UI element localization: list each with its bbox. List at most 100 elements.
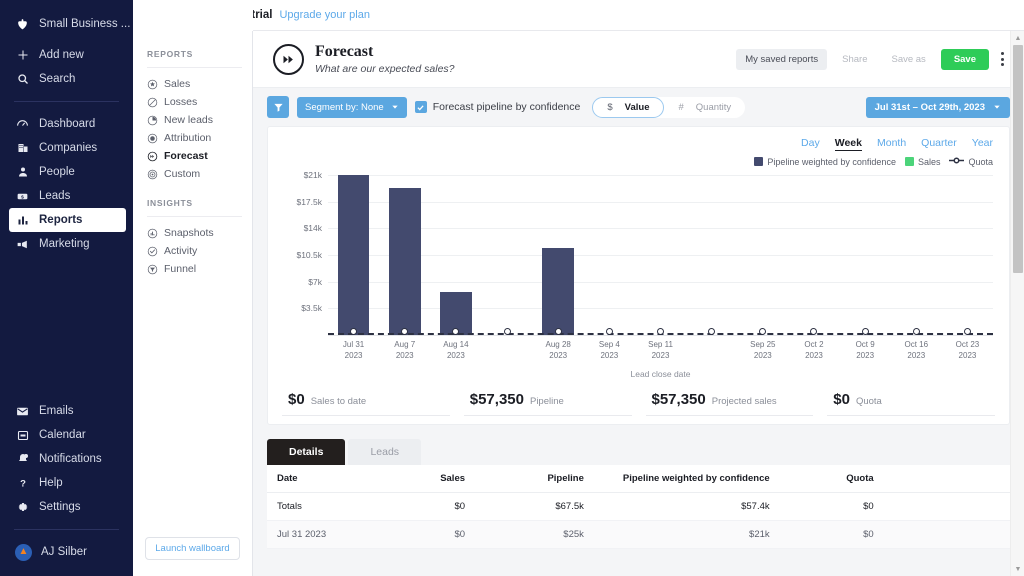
table-column-header[interactable]: Date xyxy=(267,465,378,493)
bar-slot xyxy=(635,175,686,335)
subnav-item-funnel[interactable]: Funnel xyxy=(133,260,252,278)
my-saved-reports-button[interactable]: My saved reports xyxy=(736,49,827,70)
table-column-header[interactable] xyxy=(884,465,1010,493)
user-profile[interactable]: ▲ AJ Silber xyxy=(9,540,126,564)
sidebar-item-reports[interactable]: Reports xyxy=(9,208,126,232)
sidebar-item-emails[interactable]: Emails xyxy=(9,399,126,423)
granularity-week[interactable]: Week xyxy=(835,137,862,151)
scroll-down-icon[interactable]: ▼ xyxy=(1011,562,1024,576)
scroll-up-icon[interactable]: ▲ xyxy=(1011,31,1024,45)
legend-label: Quota xyxy=(968,157,993,167)
bar-slot xyxy=(481,175,532,335)
table-column-header[interactable]: Sales xyxy=(378,465,475,493)
sales-icon xyxy=(147,79,158,90)
confidence-checkbox[interactable]: Forecast pipeline by confidence xyxy=(415,101,581,113)
granularity-day[interactable]: Day xyxy=(801,137,820,151)
granularity-quarter[interactable]: Quarter xyxy=(921,137,957,151)
chart-legend: Pipeline weighted by confidence Sales Qu… xyxy=(754,156,997,167)
share-button[interactable]: Share xyxy=(833,49,876,70)
table-cell xyxy=(884,493,1010,521)
y-tick-label: $21k xyxy=(304,170,322,180)
sidebar-item-people[interactable]: People xyxy=(9,160,126,184)
quota-point-slot xyxy=(481,328,532,338)
quota-point-slot xyxy=(430,328,481,338)
quota-point-marker xyxy=(759,328,766,335)
metric-label: Sales to date xyxy=(311,396,366,407)
subnav-item-snapshots[interactable]: Snapshots xyxy=(133,224,252,242)
sidebar-item-add-new[interactable]: Add new xyxy=(9,43,126,67)
sidebar-item-label: Emails xyxy=(39,405,74,417)
table-row[interactable]: Jul 31 2023$0$25k$21k$0 xyxy=(267,521,1010,549)
subnav-item-sales[interactable]: Sales xyxy=(133,75,252,93)
sidebar-item-search[interactable]: Search xyxy=(9,67,126,91)
launch-wallboard-button[interactable]: Launch wallboard xyxy=(145,537,239,560)
upgrade-plan-link[interactable]: Upgrade your plan xyxy=(279,9,370,21)
subnav-item-activity[interactable]: Activity xyxy=(133,242,252,260)
table-cell: $67.5k xyxy=(475,493,594,521)
primary-sidebar: Small Business ... Add new Search Dashbo… xyxy=(0,0,133,576)
scrollbar-thumb[interactable] xyxy=(1013,45,1023,273)
sidebar-item-marketing[interactable]: Marketing xyxy=(9,232,126,256)
x-tick-label: Sep 112023 xyxy=(635,340,686,362)
segment-by-dropdown[interactable]: Segment by: None xyxy=(297,97,407,118)
forecast-icon xyxy=(147,151,158,162)
sidebar-item-leads[interactable]: $ Leads xyxy=(9,184,126,208)
sidebar-item-settings[interactable]: Settings xyxy=(9,495,126,519)
x-tick-label: Oct 232023 xyxy=(942,340,993,362)
granularity-year[interactable]: Year xyxy=(972,137,993,151)
metric-label: Projected sales xyxy=(712,396,777,407)
filter-button[interactable] xyxy=(267,96,289,118)
subnav-item-new-leads[interactable]: New leads xyxy=(133,111,252,129)
subnav-item-custom[interactable]: Custom xyxy=(133,165,252,183)
y-tick-label: $17.5k xyxy=(296,197,322,207)
sidebar-item-label: Calendar xyxy=(39,429,86,441)
quantity-toggle-option[interactable]: # Quantity xyxy=(664,97,745,118)
bar-slot xyxy=(430,175,481,335)
legend-label: Pipeline weighted by confidence xyxy=(767,157,896,167)
more-options-icon[interactable] xyxy=(995,48,1010,70)
bar-slot xyxy=(942,175,993,335)
legend-item-sales: Sales xyxy=(905,157,941,167)
chart-bar[interactable] xyxy=(542,248,574,335)
workspace-switcher[interactable]: Small Business ... xyxy=(9,12,126,36)
save-as-button[interactable]: Save as xyxy=(882,49,934,70)
x-tick-label: Sep 42023 xyxy=(584,340,635,362)
bar-slot xyxy=(533,175,584,335)
tab-details[interactable]: Details xyxy=(267,439,345,465)
table-column-header[interactable]: Pipeline xyxy=(475,465,594,493)
value-toggle-option[interactable]: $ Value xyxy=(592,97,664,118)
table-header-row: DateSalesPipelinePipeline weighted by co… xyxy=(267,465,1010,493)
sidebar-item-help[interactable]: ? Help xyxy=(9,471,126,495)
save-button[interactable]: Save xyxy=(941,49,989,70)
sidebar-item-companies[interactable]: Companies xyxy=(9,136,126,160)
sidebar-item-calendar[interactable]: Calendar xyxy=(9,423,126,447)
subnav-item-label: Activity xyxy=(164,245,197,257)
date-range-picker[interactable]: Jul 31st – Oct 29th, 2023 xyxy=(866,97,1010,118)
table-column-header[interactable]: Pipeline weighted by confidence xyxy=(594,465,780,493)
chart-bar[interactable] xyxy=(389,188,421,335)
table-column-header[interactable]: Quota xyxy=(780,465,884,493)
sidebar-item-label: Reports xyxy=(39,214,82,226)
svg-text:$: $ xyxy=(21,194,24,200)
segment-by-label: Segment by: None xyxy=(305,102,384,113)
nav-divider-bottom xyxy=(14,529,119,530)
main-inner: Forecast What are our expected sales? My… xyxy=(253,31,1024,576)
reports-icon xyxy=(15,214,30,226)
quota-point-slot xyxy=(379,328,430,338)
reports-section-title: REPORTS xyxy=(133,49,252,59)
subnav-item-losses[interactable]: Losses xyxy=(133,93,252,111)
x-tick-label: Aug 72023 xyxy=(379,340,430,362)
tab-leads[interactable]: Leads xyxy=(348,439,421,465)
subnav-item-attribution[interactable]: Attribution xyxy=(133,129,252,147)
chart-bar[interactable] xyxy=(338,175,370,335)
table-row[interactable]: Totals$0$67.5k$57.4k$0 xyxy=(267,493,1010,521)
chevron-down-icon xyxy=(391,103,399,111)
sidebar-item-notifications[interactable]: Notifications xyxy=(9,447,126,471)
chevron-down-icon xyxy=(993,103,1001,111)
nav-divider-top xyxy=(14,101,119,102)
page-scrollbar[interactable]: ▲ ▼ xyxy=(1010,31,1024,576)
subnav-item-forecast[interactable]: Forecast xyxy=(133,147,252,165)
bar-slot xyxy=(788,175,839,335)
granularity-month[interactable]: Month xyxy=(877,137,906,151)
sidebar-item-dashboard[interactable]: Dashboard xyxy=(9,112,126,136)
